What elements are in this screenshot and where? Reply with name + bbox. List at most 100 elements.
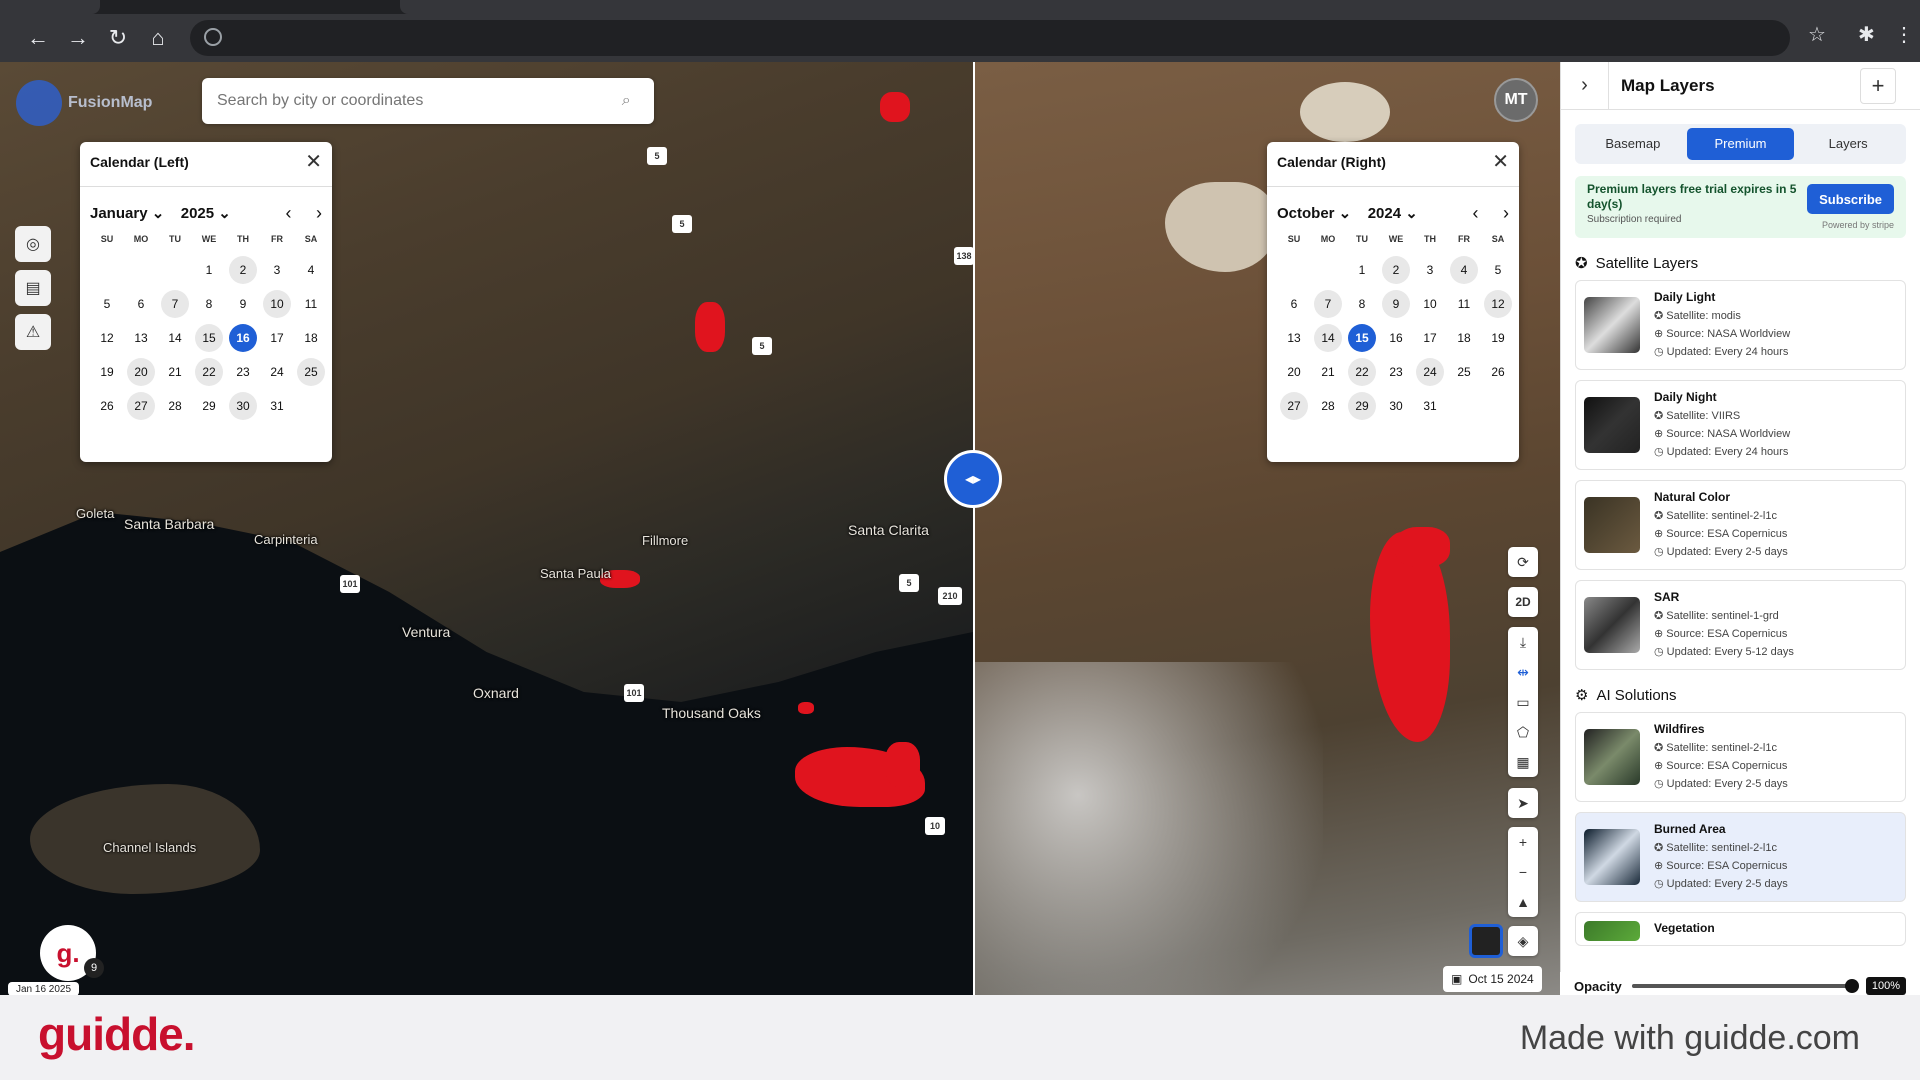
date-chip-right[interactable]: ▣ Oct 15 2024 [1443, 966, 1542, 992]
home-icon[interactable]: ⌂ [138, 18, 178, 58]
reload-icon[interactable]: ↻ [98, 18, 138, 58]
add-layer-button[interactable]: + [1860, 68, 1896, 104]
search-input[interactable] [217, 92, 622, 110]
layer-card[interactable]: Burned Area ✪ Satellite: sentinel-2-l1c ⊕ … [1575, 812, 1906, 902]
calendar-day[interactable]: 4 [1450, 256, 1478, 284]
calendar-day[interactable]: 26 [93, 392, 121, 420]
compare-icon[interactable]: ⟳ [1508, 547, 1538, 577]
calendar-day[interactable]: 5 [1484, 256, 1512, 284]
calendar-day[interactable]: 7 [161, 290, 189, 318]
collapse-chevron-icon[interactable]: › [1561, 61, 1609, 110]
calendar-day[interactable]: 21 [1314, 358, 1342, 386]
month-select[interactable]: January ⌄ [90, 205, 164, 222]
calendar-day[interactable]: 8 [1348, 290, 1376, 318]
calendar-day[interactable]: 31 [1416, 392, 1444, 420]
calendar-day[interactable]: 17 [263, 324, 291, 352]
calendar-day[interactable]: 31 [263, 392, 291, 420]
locate-icon[interactable]: ➤ [1508, 788, 1538, 818]
calendar-day[interactable]: 30 [1382, 392, 1410, 420]
calendar-day[interactable]: 10 [1416, 290, 1444, 318]
calendar-day[interactable]: 22 [1348, 358, 1376, 386]
calendar-day[interactable]: 18 [1450, 324, 1478, 352]
calendar-day[interactable]: 13 [127, 324, 155, 352]
prev-month-icon[interactable]: ‹ [1473, 203, 1479, 223]
search-box[interactable]: ⌕ [202, 78, 654, 124]
layer-card[interactable]: Daily Night ✪ Satellite: VIIRS ⊕ Source: N… [1575, 380, 1906, 470]
next-month-icon[interactable]: › [316, 203, 322, 223]
tab-basemap[interactable]: Basemap [1579, 128, 1687, 160]
calendar-day[interactable]: 26 [1484, 358, 1512, 386]
calendar-day[interactable]: 18 [297, 324, 325, 352]
brand[interactable]: FusionMap [16, 80, 152, 126]
date-chip-left[interactable]: Jan 16 2025 [8, 982, 80, 996]
calendar-day[interactable]: 3 [1416, 256, 1444, 284]
calendar-day[interactable]: 29 [195, 392, 223, 420]
calendar-day[interactable]: 4 [297, 256, 325, 284]
calendar-day[interactable]: 11 [1450, 290, 1478, 318]
tab-premium[interactable]: Premium [1686, 128, 1795, 160]
calendar-day[interactable]: 11 [297, 290, 325, 318]
layer-card[interactable]: Daily Light ✪ Satellite: modis ⊕ Source: N… [1575, 280, 1906, 370]
calendar-day[interactable]: 20 [1280, 358, 1308, 386]
close-icon[interactable]: ✕ [1492, 152, 1509, 172]
year-select[interactable]: 2025 ⌄ [181, 205, 231, 222]
swipe-handle[interactable]: ◂▸ [944, 450, 1002, 508]
calendar-day[interactable]: 6 [1280, 290, 1308, 318]
menu-icon[interactable]: ⋮ [1894, 22, 1914, 47]
swipe-divider[interactable] [973, 62, 975, 995]
calendar-day[interactable]: 17 [1416, 324, 1444, 352]
screenshot-icon[interactable]: ◎ [15, 226, 51, 262]
calendar-day[interactable]: 15 [1348, 324, 1376, 352]
calendar-day[interactable]: 1 [195, 256, 223, 284]
calendar-day[interactable]: 3 [263, 256, 291, 284]
calendar-day[interactable]: 19 [93, 358, 121, 386]
calendar-day[interactable]: 24 [263, 358, 291, 386]
opacity-slider[interactable] [1632, 979, 1859, 993]
calendar-day[interactable]: 28 [1314, 392, 1342, 420]
calendar-day[interactable]: 5 [93, 290, 121, 318]
calendar-day[interactable]: 14 [1314, 324, 1342, 352]
calendar-day[interactable]: 13 [1280, 324, 1308, 352]
opacity-knob[interactable] [1844, 979, 1859, 993]
calendar-day[interactable]: 6 [127, 290, 155, 318]
calendar-day[interactable]: 23 [1382, 358, 1410, 386]
calendar-day[interactable]: 14 [161, 324, 189, 352]
zoom-out-icon[interactable]: − [1508, 857, 1538, 887]
layer-card[interactable]: Wildfires ✪ Satellite: sentinel-2-l1c ⊕ So… [1575, 712, 1906, 802]
calendar-day[interactable]: 30 [229, 392, 257, 420]
calendar-day[interactable]: 25 [1450, 358, 1478, 386]
zoom-in-icon[interactable]: + [1508, 827, 1538, 857]
notes-icon[interactable]: ▤ [15, 270, 51, 306]
calendar-day[interactable]: 29 [1348, 392, 1376, 420]
calendar-day[interactable]: 9 [1382, 290, 1410, 318]
calendar-day[interactable]: 27 [1280, 392, 1308, 420]
calendar-day[interactable]: 10 [263, 290, 291, 318]
calendar-day[interactable]: 16 [229, 324, 257, 352]
browser-tab[interactable] [0, 0, 100, 14]
view-mode-toggle[interactable]: 2D [1508, 587, 1538, 617]
calendar-day[interactable]: 28 [161, 392, 189, 420]
extensions-icon[interactable]: ✱ [1858, 22, 1875, 47]
download-icon[interactable]: ⤓ [1508, 627, 1538, 657]
calendar-day[interactable]: 16 [1382, 324, 1410, 352]
calendar-day[interactable]: 1 [1348, 256, 1376, 284]
search-icon[interactable]: ⌕ [622, 92, 639, 110]
bookmark-star-icon[interactable]: ☆ [1808, 22, 1826, 47]
calendar-day[interactable]: 12 [93, 324, 121, 352]
calendar-day[interactable]: 27 [127, 392, 155, 420]
calendar-day[interactable]: 24 [1416, 358, 1444, 386]
split-icon[interactable]: ⇹ [1508, 657, 1538, 687]
address-bar[interactable] [190, 20, 1790, 56]
calendar-day[interactable]: 12 [1484, 290, 1512, 318]
tab-layers[interactable]: Layers [1794, 128, 1902, 160]
calendar-day[interactable]: 21 [161, 358, 189, 386]
forward-icon[interactable]: → [58, 18, 98, 58]
basemap-thumbnail[interactable] [1469, 924, 1503, 958]
year-select[interactable]: 2024 ⌄ [1368, 205, 1418, 222]
layer-card[interactable]: SAR ✪ Satellite: sentinel-1-grd ⊕ Source: … [1575, 580, 1906, 670]
prev-month-icon[interactable]: ‹ [286, 203, 292, 223]
calendar-day[interactable]: 2 [1382, 256, 1410, 284]
layers-icon[interactable]: ◈ [1508, 926, 1538, 956]
calendar-day[interactable]: 20 [127, 358, 155, 386]
warning-icon[interactable]: ⚠ [15, 314, 51, 350]
